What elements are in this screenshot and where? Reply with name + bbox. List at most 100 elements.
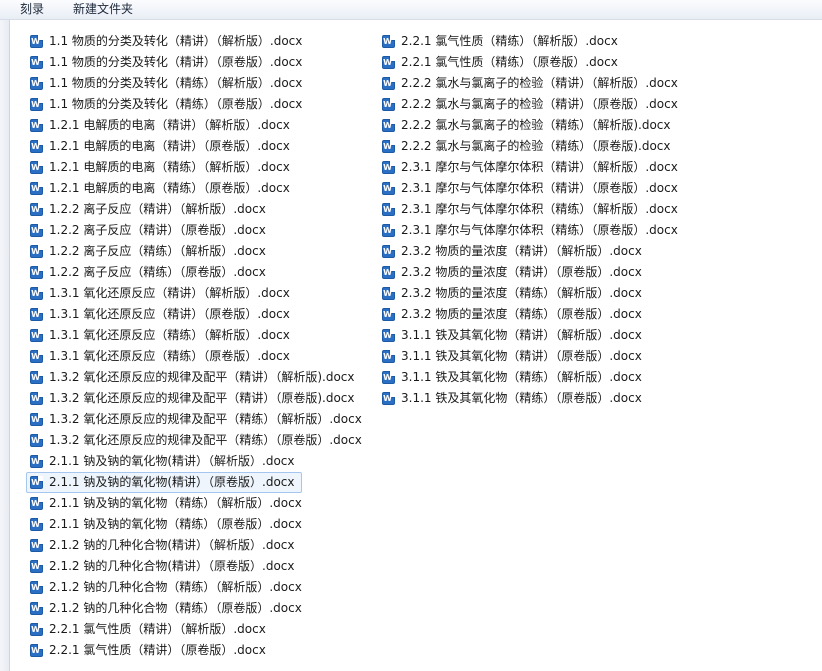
file-item[interactable]: W 2.1.2 钠的几种化合物(精讲）（解析版）.docx xyxy=(26,535,302,556)
file-name: 1.3.2 氧化还原反应的规律及配平（精练）（解析版）.docx xyxy=(49,412,362,426)
file-row: W 2.3.1 摩尔与气体摩尔体积（精练）（解析版）.docx xyxy=(378,199,685,220)
file-name: 2.2.1 氯气性质（精练）（解析版）.docx xyxy=(401,34,618,48)
word-doc-icon: W xyxy=(30,266,43,279)
file-item[interactable]: W 2.2.2 氯水与氯离子的检验（精讲）（原卷版）.docx xyxy=(378,94,685,115)
file-item[interactable]: W 2.2.2 氯水与氯离子的检验（精练）（原卷版).docx xyxy=(378,136,678,157)
file-item[interactable]: W 2.1.2 钠的几种化合物（精练）（解析版）.docx xyxy=(26,577,309,598)
file-item[interactable]: W 1.3.2 氧化还原反应的规律及配平（精讲）（解析版).docx xyxy=(26,367,362,388)
word-doc-icon: W xyxy=(30,413,43,426)
word-doc-icon-glyph: W xyxy=(383,79,392,88)
file-item[interactable]: W 1.1 物质的分类及转化（精练）（原卷版）.docx xyxy=(26,94,309,115)
file-item[interactable]: W 2.3.2 物质的量浓度（精讲）（解析版）.docx xyxy=(378,241,649,262)
word-doc-icon: W xyxy=(30,497,43,510)
word-doc-icon: W xyxy=(382,266,395,279)
word-doc-icon: W xyxy=(382,224,395,237)
file-name: 1.2.1 电解质的电离（精练）（解析版）.docx xyxy=(49,160,290,174)
file-item[interactable]: W 2.2.1 氯气性质（精练）（解析版）.docx xyxy=(378,31,625,52)
file-item[interactable]: W 1.2.1 电解质的电离（精练）（解析版）.docx xyxy=(26,157,297,178)
file-item[interactable]: W 1.3.1 氧化还原反应（精讲）（解析版）.docx xyxy=(26,283,297,304)
file-item[interactable]: W 2.1.1 钠及钠的氧化物(精讲）（原卷版）.docx xyxy=(26,472,302,493)
word-doc-icon: W xyxy=(30,224,43,237)
file-item[interactable]: W 2.3.1 摩尔与气体摩尔体积（精讲）（原卷版）.docx xyxy=(378,178,685,199)
file-name: 2.3.1 摩尔与气体摩尔体积（精讲）（原卷版）.docx xyxy=(401,181,678,195)
file-item[interactable]: W 1.2.1 电解质的电离（精讲）（原卷版）.docx xyxy=(26,136,297,157)
file-item[interactable]: W 3.1.1 铁及其氧化物（精讲）（解析版）.docx xyxy=(378,325,649,346)
word-doc-icon-glyph: W xyxy=(31,121,40,130)
file-item[interactable]: W 2.3.2 物质的量浓度（精练）（原卷版）.docx xyxy=(378,304,649,325)
file-item[interactable]: W 3.1.1 铁及其氧化物（精练）（解析版）.docx xyxy=(378,367,649,388)
file-name: 2.3.2 物质的量浓度（精讲）（解析版）.docx xyxy=(401,244,642,258)
file-item[interactable]: W 3.1.1 铁及其氧化物（精讲）（原卷版）.docx xyxy=(378,346,649,367)
file-item[interactable]: W 2.3.1 摩尔与气体摩尔体积（精练）（解析版）.docx xyxy=(378,199,685,220)
word-doc-icon-glyph: W xyxy=(383,58,392,67)
file-row: W 1.1 物质的分类及转化（精讲）（原卷版）.docx xyxy=(26,52,369,73)
word-doc-icon-glyph: W xyxy=(383,331,392,340)
word-doc-icon: W xyxy=(30,455,43,468)
file-item[interactable]: W 1.2.2 离子反应（精练）（原卷版）.docx xyxy=(26,262,273,283)
file-item[interactable]: W 2.1.2 钠的几种化合物（精练）（原卷版）.docx xyxy=(26,598,309,619)
file-item[interactable]: W 1.2.1 电解质的电离（精练）（原卷版）.docx xyxy=(26,178,297,199)
file-row: W 1.3.2 氧化还原反应的规律及配平（精练）（解析版）.docx xyxy=(26,409,369,430)
file-item[interactable]: W 2.2.1 氯气性质（精讲）（解析版）.docx xyxy=(26,619,273,640)
word-doc-icon: W xyxy=(30,518,43,531)
word-doc-icon: W xyxy=(30,476,43,489)
file-item[interactable]: W 1.2.2 离子反应（精练）（解析版）.docx xyxy=(26,241,273,262)
file-item[interactable]: W 1.1 物质的分类及转化（精讲）（解析版）.docx xyxy=(26,31,309,52)
file-item[interactable]: W 2.2.1 氯气性质（精讲）（原卷版）.docx xyxy=(26,640,273,661)
word-doc-icon-glyph: W xyxy=(31,352,40,361)
file-name: 1.1 物质的分类及转化（精练）（解析版）.docx xyxy=(49,76,303,90)
word-doc-icon: W xyxy=(382,350,395,363)
file-item[interactable]: W 1.2.2 离子反应（精讲）（解析版）.docx xyxy=(26,199,273,220)
file-item[interactable]: W 2.2.1 氯气性质（精练）（原卷版）.docx xyxy=(378,52,625,73)
word-doc-icon: W xyxy=(30,371,43,384)
word-doc-icon: W xyxy=(382,35,395,48)
word-doc-icon: W xyxy=(30,119,43,132)
file-item[interactable]: W 1.3.1 氧化还原反应（精讲）（原卷版）.docx xyxy=(26,304,297,325)
file-item[interactable]: W 3.1.1 铁及其氧化物（精练）（原卷版）.docx xyxy=(378,388,649,409)
word-doc-icon: W xyxy=(30,602,43,615)
file-item[interactable]: W 2.3.1 摩尔与气体摩尔体积（精练）（原卷版）.docx xyxy=(378,220,685,241)
file-item[interactable]: W 1.3.2 氧化还原反应的规律及配平（精讲）（原卷版).docx xyxy=(26,388,362,409)
word-doc-icon-glyph: W xyxy=(31,184,40,193)
file-item[interactable]: W 2.1.1 钠及钠的氧化物（精练）（原卷版）.docx xyxy=(26,514,309,535)
file-row: W 2.1.2 钠的几种化合物（精练）（原卷版）.docx xyxy=(26,598,369,619)
file-name: 2.1.1 钠及钠的氧化物（精练）（原卷版）.docx xyxy=(49,517,302,531)
file-item[interactable]: W 1.3.1 氧化还原反应（精练）（原卷版）.docx xyxy=(26,346,297,367)
word-doc-icon-glyph: W xyxy=(31,226,40,235)
file-row: W 2.1.2 钠的几种化合物(精讲）（原卷版）.docx xyxy=(26,556,369,577)
file-item[interactable]: W 1.3.2 氧化还原反应的规律及配平（精练）（原卷版）.docx xyxy=(26,430,369,451)
file-item[interactable]: W 2.2.2 氯水与氯离子的检验（精练）（解析版).docx xyxy=(378,115,678,136)
word-doc-icon: W xyxy=(382,203,395,216)
word-doc-icon: W xyxy=(382,308,395,321)
file-item[interactable]: W 2.2.2 氯水与氯离子的检验（精讲）（解析版）.docx xyxy=(378,73,685,94)
file-row: W 2.2.1 氯气性质（精讲）（原卷版）.docx xyxy=(26,640,369,661)
word-doc-icon-glyph: W xyxy=(383,373,392,382)
file-row: W 2.2.2 氯水与氯离子的检验（精讲）（解析版）.docx xyxy=(378,73,685,94)
file-item[interactable]: W 1.1 物质的分类及转化（精练）（解析版）.docx xyxy=(26,73,309,94)
word-doc-icon-glyph: W xyxy=(31,58,40,67)
file-row: W 2.1.1 钠及钠的氧化物(精讲）（解析版）.docx xyxy=(26,451,369,472)
word-doc-icon-glyph: W xyxy=(31,499,40,508)
file-row: W 1.2.2 离子反应（精练）（原卷版）.docx xyxy=(26,262,369,283)
word-doc-icon-glyph: W xyxy=(31,247,40,256)
file-item[interactable]: W 2.1.2 钠的几种化合物(精讲）（原卷版）.docx xyxy=(26,556,302,577)
file-row: W 1.2.2 离子反应（精练）（解析版）.docx xyxy=(26,241,369,262)
file-name: 1.3.2 氧化还原反应的规律及配平（精练）（原卷版）.docx xyxy=(49,433,362,447)
word-doc-icon: W xyxy=(382,119,395,132)
new-folder-button[interactable]: 新建文件夹 xyxy=(67,1,139,17)
word-doc-icon-glyph: W xyxy=(383,310,392,319)
file-item[interactable]: W 1.3.1 氧化还原反应（精练）（解析版）.docx xyxy=(26,325,297,346)
file-item[interactable]: W 2.1.1 钠及钠的氧化物（精练）（解析版）.docx xyxy=(26,493,309,514)
navigation-pane-edge[interactable] xyxy=(0,20,10,671)
file-item[interactable]: W 1.3.2 氧化还原反应的规律及配平（精练）（解析版）.docx xyxy=(26,409,369,430)
file-item[interactable]: W 1.2.1 电解质的电离（精讲）（解析版）.docx xyxy=(26,115,297,136)
file-item[interactable]: W 2.3.2 物质的量浓度（精讲）（原卷版）.docx xyxy=(378,262,649,283)
file-name: 1.3.1 氧化还原反应（精练）（解析版）.docx xyxy=(49,328,290,342)
file-item[interactable]: W 1.2.2 离子反应（精讲）（原卷版）.docx xyxy=(26,220,273,241)
file-item[interactable]: W 2.1.1 钠及钠的氧化物(精讲）（解析版）.docx xyxy=(26,451,302,472)
file-item[interactable]: W 2.3.2 物质的量浓度（精练）（解析版）.docx xyxy=(378,283,649,304)
file-item[interactable]: W 2.3.1 摩尔与气体摩尔体积（精讲）（解析版）.docx xyxy=(378,157,685,178)
burn-button[interactable]: 刻录 xyxy=(14,1,50,17)
file-item[interactable]: W 1.1 物质的分类及转化（精讲）（原卷版）.docx xyxy=(26,52,309,73)
file-name: 2.1.2 钠的几种化合物(精讲）（原卷版）.docx xyxy=(49,559,295,573)
